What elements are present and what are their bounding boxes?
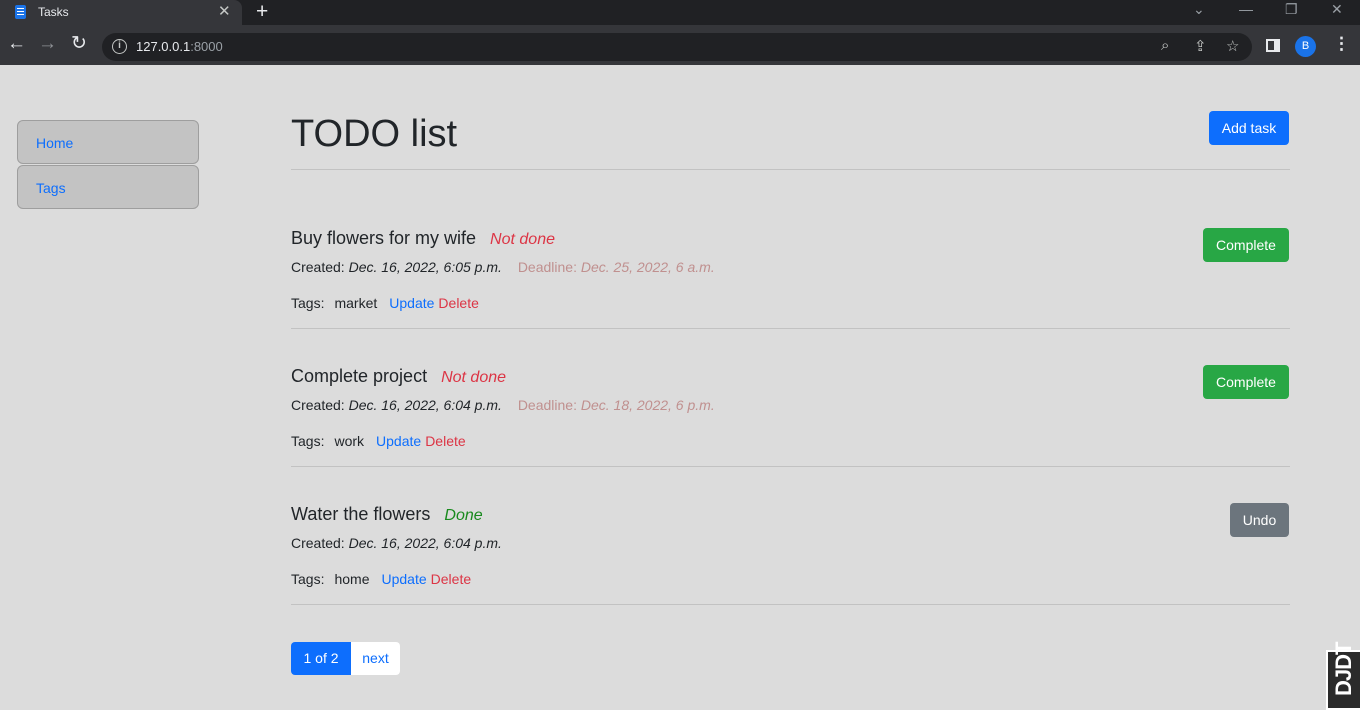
menu-dots-icon[interactable]: ⋮ [1333, 34, 1350, 54]
created-label: Created: [291, 259, 345, 275]
created-label: Created: [291, 535, 345, 551]
new-tab-button[interactable]: + [256, 0, 268, 24]
status-badge: Done [444, 507, 483, 524]
update-link[interactable]: Update [376, 433, 421, 449]
tab-title: Tasks [38, 5, 69, 19]
zoom-icon[interactable]: ⌕ [1161, 37, 1169, 54]
complete-button[interactable]: Complete [1203, 365, 1289, 399]
task-item: Complete project Not done [291, 366, 506, 387]
close-tab-icon[interactable]: ✕ [218, 2, 231, 20]
update-link[interactable]: Update [382, 571, 427, 587]
forward-arrow-icon[interactable]: → [38, 33, 57, 55]
sidebar-item-home[interactable]: Home [17, 120, 199, 164]
created-label: Created: [291, 397, 345, 413]
divider [291, 466, 1290, 467]
delete-link[interactable]: Delete [431, 571, 471, 587]
address-bar[interactable]: i 127.0.0.1:8000 ⌕ ⇪ ☆ [102, 33, 1252, 61]
tags-label: Tags: [291, 433, 325, 449]
reload-icon[interactable]: ↻ [71, 33, 87, 55]
status-badge: Not done [441, 369, 507, 386]
task-dates: Created: Dec. 16, 2022, 6:04 p.m. [291, 535, 502, 551]
task-tags: Tags: market Update Delete [291, 295, 479, 311]
task-item: Buy flowers for my wife Not done [291, 228, 555, 249]
tag: market [334, 295, 378, 311]
sidebar-item-tags[interactable]: Tags [17, 165, 199, 209]
undo-button[interactable]: Undo [1230, 503, 1289, 537]
status-badge: Not done [490, 231, 555, 248]
created-date: Dec. 16, 2022, 6:04 p.m. [348, 397, 502, 413]
tag: home [334, 571, 370, 587]
browser-tab[interactable]: Tasks ✕ [0, 0, 242, 25]
deadline: Deadline: Dec. 18, 2022, 6 p.m. [517, 397, 715, 413]
page-title: TODO list [291, 113, 458, 155]
profile-avatar[interactable]: B [1295, 36, 1316, 57]
browser-toolbar: ← → ↻ i 127.0.0.1:8000 ⌕ ⇪ ☆ B ⋮ [0, 25, 1360, 65]
task-item: Water the flowers Done [291, 504, 483, 525]
divider [291, 604, 1290, 605]
side-panel-icon[interactable] [1266, 39, 1280, 52]
url-text[interactable]: 127.0.0.1:8000 [136, 39, 223, 54]
divider [291, 169, 1290, 170]
delete-link[interactable]: Delete [438, 295, 478, 311]
browser-tab-bar: Tasks ✕ + ⌄ — ❐ ✕ [0, 0, 1360, 25]
tags-label: Tags: [291, 571, 325, 587]
minimize-icon[interactable]: — [1239, 1, 1253, 17]
debug-toolbar-handle[interactable]: DJDT [1326, 643, 1360, 710]
close-window-icon[interactable]: ✕ [1331, 1, 1343, 18]
back-arrow-icon[interactable]: ← [7, 33, 26, 55]
tab-search-icon[interactable]: ⌄ [1193, 1, 1205, 18]
deadline: Deadline: Dec. 25, 2022, 6 a.m. [517, 259, 715, 275]
task-title: Buy flowers for my wife [291, 228, 477, 248]
document-icon [15, 5, 26, 19]
complete-button[interactable]: Complete [1203, 228, 1289, 262]
debug-toolbar-label: DJDT [1331, 642, 1356, 696]
created-date: Dec. 16, 2022, 6:05 p.m. [348, 259, 502, 275]
task-title: Water the flowers [291, 504, 431, 524]
share-icon[interactable]: ⇪ [1194, 37, 1207, 55]
task-tags: Tags: home Update Delete [291, 571, 471, 587]
task-dates: Created: Dec. 16, 2022, 6:05 p.m. Deadli… [291, 259, 715, 275]
restore-icon[interactable]: ❐ [1285, 1, 1298, 18]
task-title: Complete project [291, 366, 428, 386]
pagination-current: 1 of 2 [291, 642, 351, 675]
created-date: Dec. 16, 2022, 6:04 p.m. [348, 535, 502, 551]
update-link[interactable]: Update [389, 295, 434, 311]
bookmark-star-icon[interactable]: ☆ [1226, 37, 1239, 55]
delete-link[interactable]: Delete [425, 433, 465, 449]
tags-label: Tags: [291, 295, 325, 311]
divider [291, 328, 1290, 329]
pagination-next-link[interactable]: next [351, 642, 400, 675]
task-dates: Created: Dec. 16, 2022, 6:04 p.m. Deadli… [291, 397, 715, 413]
tag: work [334, 433, 365, 449]
task-tags: Tags: work Update Delete [291, 433, 466, 449]
info-icon[interactable]: i [112, 39, 127, 54]
add-task-button[interactable]: Add task [1209, 111, 1289, 145]
